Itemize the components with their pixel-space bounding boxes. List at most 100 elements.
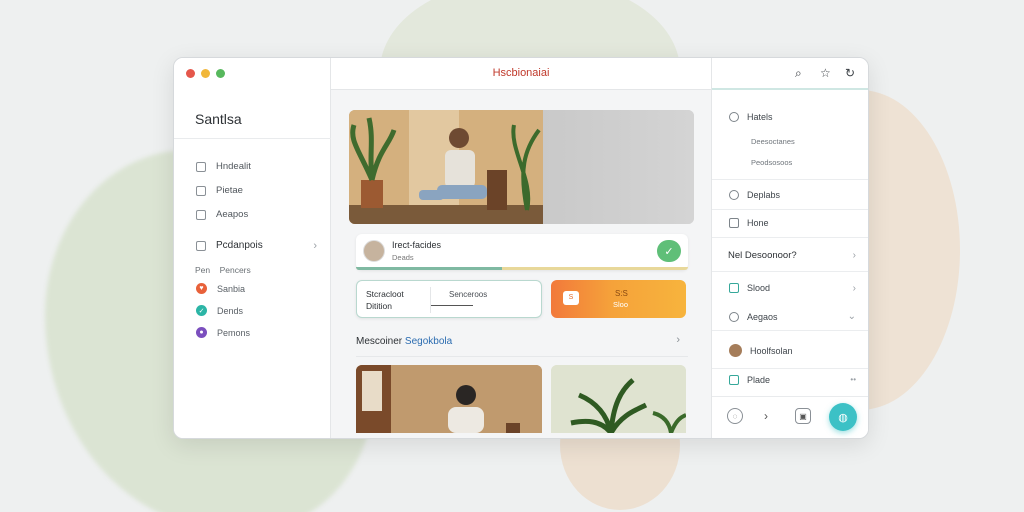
sidebar-item-photos[interactable]: Pietae (196, 185, 243, 196)
home-icon (196, 161, 206, 172)
hero-image[interactable] (349, 110, 694, 224)
panel-row-label: Aegaos (747, 312, 778, 322)
group-label: Pen Pencers (195, 265, 251, 275)
toolbar: ⌕ ☆ ↻ (712, 58, 868, 90)
file-icon (196, 209, 206, 220)
panel-row-label: Hone (747, 218, 769, 228)
clock-icon (729, 190, 739, 200)
panel-subitem[interactable]: Peodsosoos (751, 158, 792, 167)
list-icon (729, 218, 739, 228)
window-title: Hscbionaiai (492, 67, 550, 79)
plant-photo[interactable] (551, 365, 686, 433)
sidebar-item-label: Pietae (216, 185, 243, 196)
divider (430, 287, 431, 313)
check-icon[interactable]: ✓ (657, 240, 681, 262)
sidebar-item-label: Pemons (217, 327, 251, 338)
highlight-card[interactable]: S S:S Sloo (551, 280, 686, 318)
main-content: Hscbionaiai Irect-facides Deads ✓ Stcrac… (331, 58, 711, 438)
panel-header[interactable]: Hatels (729, 112, 773, 122)
section-link[interactable]: Segokbola (405, 336, 452, 347)
app-brand: Santlsa (195, 111, 242, 127)
image-icon (196, 185, 206, 196)
divider (712, 179, 868, 180)
sidebar-item-label: Pcdanpois (216, 240, 263, 251)
seated-person-photo[interactable] (356, 365, 542, 433)
chevron-right-icon[interactable]: › (758, 408, 774, 424)
sidebar-item-home[interactable]: Hndealit (196, 161, 251, 172)
panel-row-label: Deplabs (747, 190, 781, 200)
sidebar-item-dends[interactable]: ✓ Dends (196, 305, 243, 316)
panel-row-label: Plade (747, 375, 771, 385)
info-icon (729, 112, 739, 122)
chevron-right-icon[interactable]: › (676, 334, 680, 346)
refresh-icon[interactable]: ↻ (845, 66, 855, 80)
panel-question[interactable]: Nel Desoonoor? (728, 250, 797, 261)
sidebar-item-label: Hndealit (216, 161, 251, 172)
panel-user-row[interactable]: Hoolfsolan (729, 344, 793, 357)
check-icon: ✓ (196, 305, 207, 316)
star-icon[interactable]: ☆ (820, 66, 831, 80)
heart-icon: ♥ (196, 283, 207, 294)
divider (712, 368, 868, 369)
panel-row-slood[interactable]: Slood (729, 283, 770, 293)
sidebar-item-active[interactable]: Pcdanpois › (196, 240, 331, 252)
sidebar: Santlsa Hndealit Pietae Aeapos Pcdanpois… (174, 58, 331, 438)
gear-icon (729, 312, 739, 322)
profile-name: Irect-facides (392, 240, 442, 250)
divider (174, 138, 331, 139)
panel-footer: ◌ › ▣ ◍ (712, 396, 868, 438)
divider (356, 356, 688, 357)
window-controls (186, 69, 225, 78)
divider (712, 271, 868, 272)
avatar (729, 344, 742, 357)
sidebar-item-label: Aeapos (216, 209, 249, 220)
person-meditating-photo (349, 110, 543, 224)
user-icon: ● (196, 327, 207, 338)
calendar-icon: S (563, 291, 579, 305)
panel-row-aegaos[interactable]: Aegaos (729, 312, 778, 322)
divider (431, 305, 473, 306)
profile-card[interactable]: Irect-facides Deads ✓ (356, 234, 688, 270)
chevron-right-icon[interactable]: › (853, 250, 856, 261)
circle-icon[interactable]: ◌ (727, 408, 743, 424)
stat-label: Stcracloot (366, 289, 404, 299)
globe-icon[interactable]: ◍ (829, 403, 857, 431)
minimize-window-button[interactable] (201, 69, 210, 78)
divider (712, 330, 868, 331)
panel-row-plade[interactable]: Plade (729, 375, 770, 385)
panel-row-hone[interactable]: Hone (729, 218, 769, 228)
divider (712, 237, 868, 238)
panel-row-deplabs[interactable]: Deplabs (729, 190, 780, 200)
folder-icon (196, 240, 206, 251)
chevron-down-icon[interactable]: ⌄ (848, 311, 856, 322)
image-icon[interactable]: ▣ (795, 408, 811, 424)
highlight-title: S:S (615, 289, 628, 298)
checkbox-icon[interactable] (729, 283, 739, 293)
image-placeholder (543, 110, 694, 224)
sidebar-item-label: Sanbia (217, 283, 246, 294)
chat-icon (729, 375, 739, 385)
search-icon[interactable]: ⌕ (795, 66, 802, 81)
app-window: Santlsa Hndealit Pietae Aeapos Pcdanpois… (173, 57, 869, 439)
section-header[interactable]: Mescoiner Segokbola › (356, 332, 688, 357)
panel-subitem[interactable]: Deesoctanes (751, 137, 795, 146)
divider (712, 209, 868, 210)
section-title: Mescoiner Segokbola (356, 336, 453, 347)
title-bar: Hscbionaiai (331, 58, 711, 90)
stat-card[interactable]: Stcracloot Ditition Senceroos (356, 280, 542, 318)
details-panel: ⌕ ☆ ↻ Hatels Deesoctanes Peodsosoos Depl… (711, 58, 868, 438)
sidebar-item-pemons[interactable]: ● Pemons (196, 327, 250, 338)
chevron-right-icon[interactable]: › (853, 283, 856, 294)
maximize-window-button[interactable] (216, 69, 225, 78)
user-name: Hoolfsolan (750, 345, 793, 356)
avatar (363, 240, 385, 262)
highlight-subtitle: Sloo (613, 300, 629, 309)
sidebar-item-files[interactable]: Aeapos (196, 209, 248, 220)
panel-header-label: Hatels (747, 112, 773, 122)
panel-row-label: Slood (747, 283, 771, 293)
close-window-button[interactable] (186, 69, 195, 78)
sidebar-item-sanbia[interactable]: ♥ Sanbia (196, 283, 245, 294)
more-icon[interactable]: •• (850, 375, 856, 384)
stat-label: Ditition (366, 301, 392, 311)
sidebar-item-label: Dends (217, 305, 244, 316)
